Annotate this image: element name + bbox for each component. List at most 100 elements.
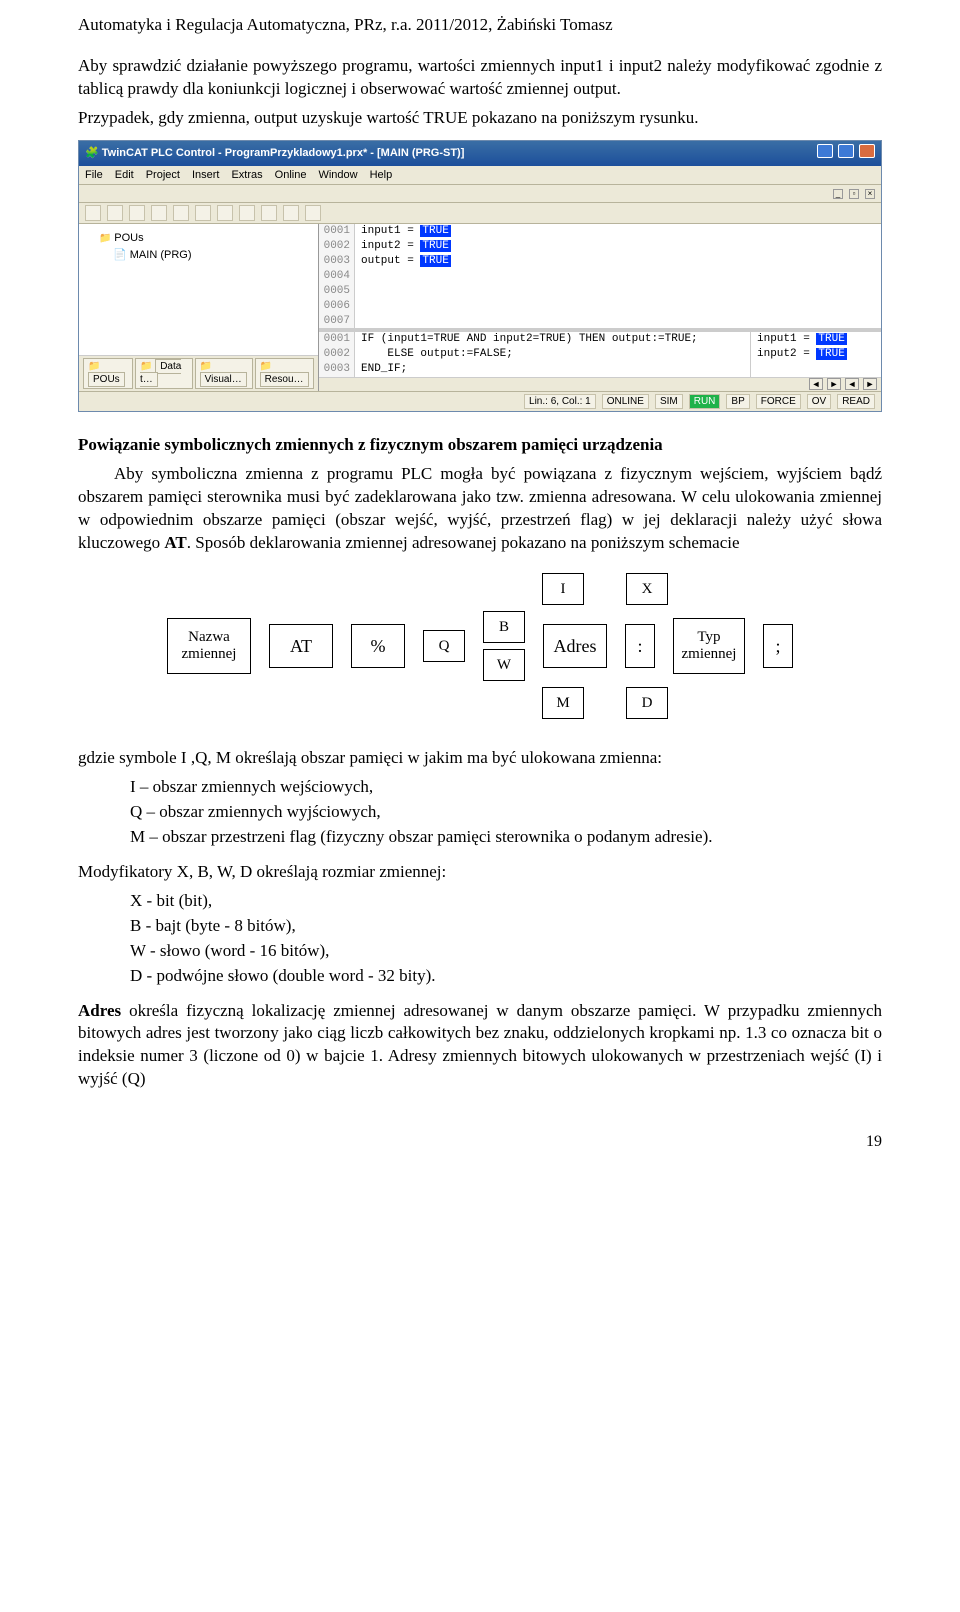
tool-findnext-icon[interactable] — [305, 205, 321, 221]
scroll-right-icon[interactable]: ► — [827, 378, 841, 390]
window-title: TwinCAT PLC Control - ProgramPrzykladowy… — [102, 147, 465, 159]
box-adres: Adres — [543, 624, 607, 668]
page-header: Automatyka i Regulacja Automatyczna, PRz… — [78, 14, 882, 37]
menu-insert[interactable]: Insert — [192, 168, 220, 183]
tab-pous-label: POUs — [88, 372, 125, 387]
tab-resou-label: Resou… — [260, 372, 309, 387]
scroll-left2-icon[interactable]: ◄ — [845, 378, 859, 390]
tool-copy-icon[interactable] — [239, 205, 255, 221]
tool-step-icon[interactable] — [195, 205, 211, 221]
list-item: I – obszar zmiennych wejściowych, — [130, 776, 882, 799]
code-line-1: IF (input1=TRUE AND input2=TRUE) THEN ou… — [355, 332, 704, 347]
list-item: W - słowo (word - 16 bitów), — [130, 940, 882, 963]
gutter: 0003 — [319, 254, 355, 269]
list-item: D - podwójne słowo (double word - 32 bit… — [130, 965, 882, 988]
mem-area-list: I – obszar zmiennych wejściowych, Q – ob… — [130, 776, 882, 849]
status-force: FORCE — [756, 394, 801, 410]
tool-run-icon[interactable] — [151, 205, 167, 221]
code-line-2: ELSE output:=FALSE; — [355, 347, 519, 362]
status-run: RUN — [689, 394, 721, 410]
below-diagram-1: gdzie symbole I ,Q, M określają obszar p… — [78, 747, 882, 770]
page-number: 19 — [78, 1131, 882, 1153]
editor-pane: 0001input1 = TRUE 0002input2 = TRUE 0003… — [319, 224, 881, 390]
intro-paragraph-1: Aby sprawdzić działanie powyższego progr… — [78, 55, 882, 101]
app-icon: 🧩 TwinCAT PLC Control - ProgramPrzyklado… — [85, 146, 464, 161]
box-at: AT — [269, 624, 333, 668]
list-item: X - bit (bit), — [130, 890, 882, 913]
section-title: Powiązanie symbolicznych zmiennych z fiz… — [78, 434, 882, 457]
gutter: 0001 — [319, 224, 355, 239]
tool-find-icon[interactable] — [283, 205, 299, 221]
minimize-button[interactable] — [817, 144, 833, 158]
scroll-right2-icon[interactable]: ► — [863, 378, 877, 390]
tab-visual-label: Visual… — [200, 372, 247, 387]
status-sim: SIM — [655, 394, 683, 410]
tab-resou[interactable]: 📁 Resou… — [255, 358, 314, 389]
project-tree[interactable]: POUs 📄 MAIN (PRG) — [79, 224, 318, 355]
tool-new-icon[interactable] — [85, 205, 101, 221]
mdi-close-icon[interactable]: × — [865, 189, 875, 199]
box-typ: Typ zmiennej — [673, 618, 745, 674]
menu-extras[interactable]: Extras — [231, 168, 262, 183]
watch-side-2: input2 = TRUE — [751, 347, 853, 362]
gutter: 0006 — [319, 299, 355, 314]
tool-open-icon[interactable] — [107, 205, 123, 221]
tab-data[interactable]: 📁 Data t… — [135, 358, 193, 389]
hscroll[interactable]: ◄ ► ◄ ► — [319, 377, 881, 391]
menu-edit[interactable]: Edit — [115, 168, 134, 183]
menu-project[interactable]: Project — [146, 168, 180, 183]
status-bp: BP — [726, 394, 749, 410]
var-line-3: output = TRUE — [355, 254, 457, 269]
window-controls[interactable] — [815, 144, 875, 163]
list-item: B - bajt (byte - 8 bitów), — [130, 915, 882, 938]
box-X: X — [626, 573, 668, 605]
client-area: POUs 📄 MAIN (PRG) 📁 POUs 📁 Data t… 📁 Vis… — [79, 224, 881, 390]
box-I: I — [542, 573, 584, 605]
adres-paragraph: Adres określa fizyczną lokalizację zmien… — [78, 1000, 882, 1092]
tab-visual[interactable]: 📁 Visual… — [195, 358, 253, 389]
box-W: W — [483, 649, 525, 681]
menu-online[interactable]: Online — [275, 168, 307, 183]
tab-pous[interactable]: 📁 POUs — [83, 358, 133, 389]
gutter: 0002 — [319, 239, 355, 254]
tree-item-main-label: MAIN (PRG) — [130, 249, 192, 261]
tab-data-label: Data t… — [140, 359, 181, 388]
box-pct: % — [351, 624, 405, 668]
mdi-subbar: _ ▫ × — [79, 185, 881, 203]
box-semi: ; — [763, 624, 793, 668]
below-diagram-2: Modyfikatory X, B, W, D określają rozmia… — [78, 861, 882, 884]
tree-tabs: 📁 POUs 📁 Data t… 📁 Visual… 📁 Resou… — [79, 356, 318, 391]
gutter: 0007 — [319, 314, 355, 329]
gutter: 0004 — [319, 269, 355, 284]
status-pos: Lin.: 6, Col.: 1 — [524, 394, 596, 410]
tool-stop-icon[interactable] — [173, 205, 189, 221]
twincat-window: 🧩 TwinCAT PLC Control - ProgramPrzyklado… — [78, 140, 882, 413]
tool-save-icon[interactable] — [129, 205, 145, 221]
box-D: D — [626, 687, 668, 719]
close-button[interactable] — [859, 144, 875, 158]
maximize-button[interactable] — [838, 144, 854, 158]
code-line-3: END_IF; — [355, 362, 413, 377]
variable-watch: 0001input1 = TRUE 0002input2 = TRUE 0003… — [319, 224, 881, 328]
mdi-restore-icon[interactable]: ▫ — [849, 189, 859, 199]
menu-file[interactable]: File — [85, 168, 103, 183]
tree-pous[interactable]: POUs — [85, 230, 312, 247]
intro-paragraph-2: Przypadek, gdy zmienna, output uzyskuje … — [78, 107, 882, 130]
box-M: M — [542, 687, 584, 719]
box-B: B — [483, 611, 525, 643]
link-paragraph: Aby symboliczna zmienna z programu PLC m… — [78, 463, 882, 555]
menu-help[interactable]: Help — [370, 168, 393, 183]
keyword-at: AT — [164, 533, 186, 552]
gutter: 0002 — [319, 347, 355, 362]
tool-paste-icon[interactable] — [261, 205, 277, 221]
scroll-left-icon[interactable]: ◄ — [809, 378, 823, 390]
gutter: 0003 — [319, 362, 355, 377]
var-line-2: input2 = TRUE — [355, 239, 457, 254]
tool-cut-icon[interactable] — [217, 205, 233, 221]
gutter: 0005 — [319, 284, 355, 299]
status-ov: OV — [807, 394, 831, 410]
mdi-min-icon[interactable]: _ — [833, 189, 843, 199]
toolbar — [79, 203, 881, 224]
menu-window[interactable]: Window — [318, 168, 357, 183]
tree-item-main[interactable]: 📄 MAIN (PRG) — [85, 247, 312, 264]
